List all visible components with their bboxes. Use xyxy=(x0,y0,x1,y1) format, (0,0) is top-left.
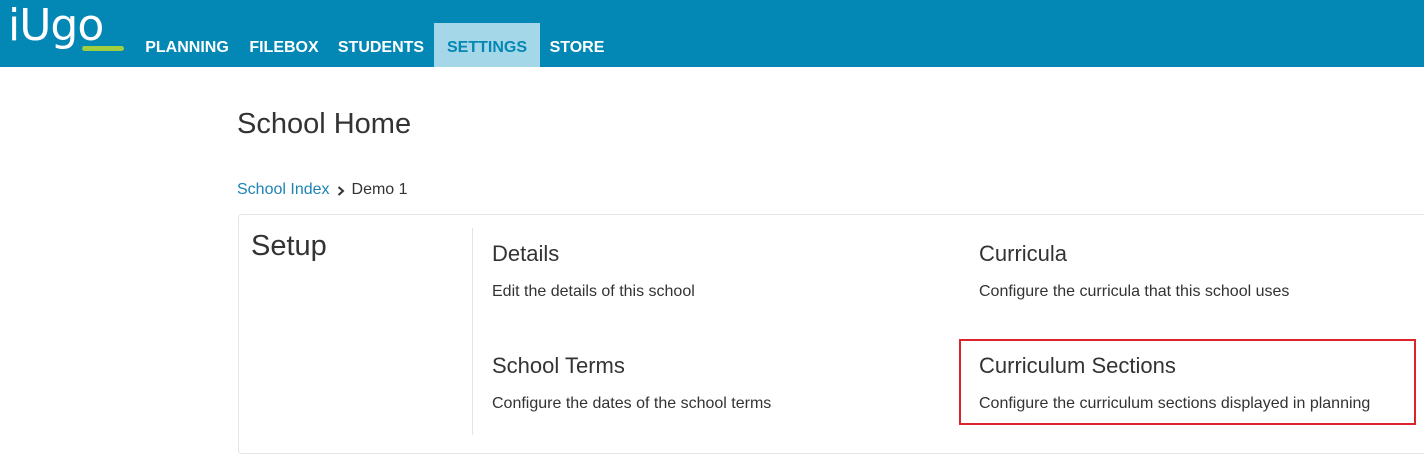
card-curricula[interactable]: Curricula Configure the curricula that t… xyxy=(979,240,1289,302)
nav-students[interactable]: STUDENTS xyxy=(328,23,434,67)
top-navbar: iUgo PLANNING FILEBOX STUDENTS SETTINGS … xyxy=(0,0,1424,67)
card-title: School Terms xyxy=(492,353,625,378)
breadcrumb: School Index Demo 1 xyxy=(237,178,408,202)
card-description: Configure the dates of the school terms xyxy=(492,395,772,412)
nav-store[interactable]: STORE xyxy=(540,23,614,67)
card-title: Details xyxy=(492,241,560,266)
card-details[interactable]: Details Edit the details of this school xyxy=(492,240,695,302)
breadcrumb-school-index-link[interactable]: School Index xyxy=(237,181,330,198)
iugo-logo[interactable]: iUgo xyxy=(8,0,124,54)
setup-heading: Setup xyxy=(251,230,327,262)
card-school-terms[interactable]: School Terms Configure the dates of the … xyxy=(492,352,771,414)
highlight-box xyxy=(959,339,1416,425)
page-title: School Home xyxy=(237,108,412,140)
card-description: Configure the curricula that this school… xyxy=(979,283,1290,300)
panel-divider xyxy=(472,228,473,435)
nav-settings[interactable]: SETTINGS xyxy=(434,23,540,67)
chevron-right-icon xyxy=(336,178,346,202)
breadcrumb-current: Demo 1 xyxy=(351,181,408,198)
card-description: Edit the details of this school xyxy=(492,283,695,300)
nav-planning[interactable]: PLANNING xyxy=(134,23,240,67)
nav-filebox[interactable]: FILEBOX xyxy=(240,23,328,67)
logo-underline xyxy=(82,46,124,51)
card-title: Curricula xyxy=(979,241,1068,266)
